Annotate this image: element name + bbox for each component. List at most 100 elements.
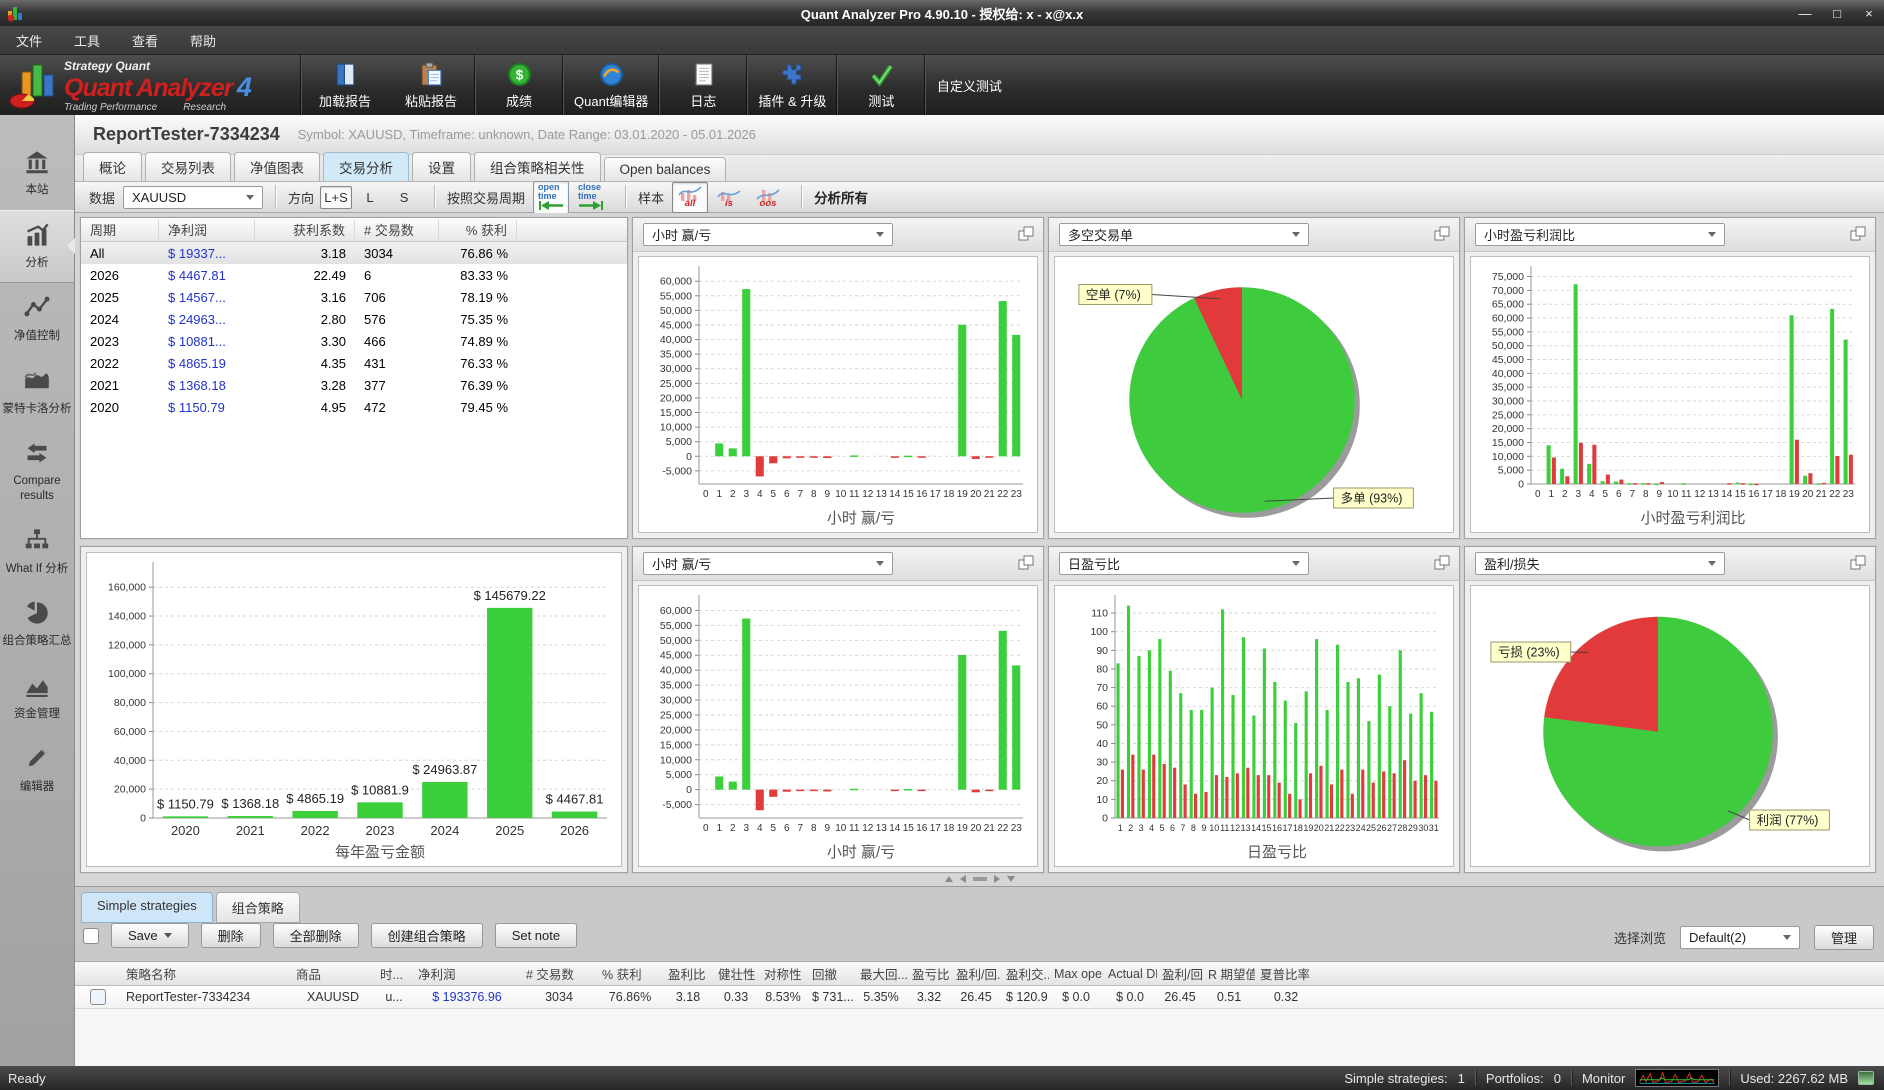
save-button[interactable]: Save [111, 923, 189, 948]
chart-type-dropdown[interactable]: 小时 赢/亏 [643, 552, 893, 575]
period-col-header[interactable]: # 交易数 [355, 220, 439, 239]
period-row-All[interactable]: All$ 19337...3.18303476.86 % [81, 242, 627, 264]
pager-down-icon[interactable] [1007, 876, 1015, 882]
pager-up-icon[interactable] [945, 876, 953, 882]
period-col-header[interactable]: 周期 [81, 220, 159, 239]
tab-simple-strategies[interactable]: Simple strategies [81, 892, 213, 923]
strategy-row[interactable]: ReportTester-7334234XAUUSDu...$ 193376.9… [75, 986, 1884, 1009]
sidebar-item-1[interactable]: 分析 [0, 210, 74, 283]
status-monitor-label[interactable]: Monitor [1582, 1071, 1625, 1086]
menu-item[interactable]: 文件 [0, 26, 58, 54]
toolbar-button-1[interactable]: 粘贴报告 [388, 55, 474, 115]
sidebar-item-0[interactable]: 本站 [0, 137, 74, 210]
minimize-button[interactable]: — [1796, 6, 1814, 21]
pager-thumb[interactable] [973, 877, 987, 881]
sidebar-item-3[interactable]: 蒙特卡洛分析 [0, 355, 74, 428]
sidebar-item-4[interactable]: Compare results [0, 428, 74, 515]
strategy-row-checkbox[interactable] [90, 989, 106, 1005]
sample-is-button[interactable]: is [711, 182, 747, 213]
period-col-header[interactable]: 净利润 [159, 220, 255, 239]
manage-button[interactable]: 管理 [1814, 925, 1874, 950]
strategy-col-header[interactable]: 盈利交... [1001, 964, 1049, 983]
strategy-col-header[interactable]: 盈利/回... [951, 964, 1001, 983]
menu-item[interactable]: 查看 [116, 26, 174, 54]
tab-6[interactable]: Open balances [604, 157, 727, 181]
direction-s-button[interactable]: S [388, 186, 420, 209]
period-row-2020[interactable]: 2020$ 1150.794.9547279.45 % [81, 396, 627, 418]
strategy-col-header[interactable]: 健壮性 [713, 964, 759, 983]
strategy-col-header[interactable]: 商品 [291, 964, 375, 983]
period-row-2026[interactable]: 2026$ 4467.8122.49683.33 % [81, 264, 627, 286]
strategy-col-header[interactable]: 盈利比 [663, 964, 713, 983]
period-row-2024[interactable]: 2024$ 24963...2.8057675.35 % [81, 308, 627, 330]
toolbar-button-5[interactable]: 插件 & 升级 [748, 55, 836, 115]
period-col-header[interactable]: 获利系数 [255, 220, 355, 239]
tab-0[interactable]: 概论 [83, 152, 142, 181]
sidebar-item-7[interactable]: 资金管理 [0, 661, 74, 734]
strategy-col-header[interactable]: R 期望值 [1203, 964, 1255, 983]
create-portfolio-button[interactable]: 创建组合策略 [371, 923, 483, 948]
direction-ls-button[interactable]: L+S [320, 186, 352, 209]
toolbar-button-2[interactable]: $成绩 [476, 55, 562, 115]
period-col-header[interactable]: % 获利 [439, 220, 517, 239]
tab-5[interactable]: 组合策略相关性 [474, 152, 601, 181]
chart-type-dropdown[interactable]: 小时盈亏利润比 [1475, 223, 1725, 246]
maximize-button[interactable]: □ [1828, 6, 1846, 21]
strategy-col-header[interactable]: % 获利 [597, 964, 663, 983]
tab-portfolios[interactable]: 组合策略 [216, 892, 300, 923]
chart-type-dropdown[interactable]: 小时 赢/亏 [643, 223, 893, 246]
pager-left-icon[interactable] [960, 875, 966, 883]
sample-oos-button[interactable]: oos [750, 182, 786, 213]
sidebar-item-6[interactable]: 组合策略汇总 [0, 588, 74, 661]
menu-item[interactable]: 帮助 [174, 26, 232, 54]
strategy-col-header[interactable]: 净利润 [413, 964, 521, 983]
strategy-col-header[interactable]: 对称性 [759, 964, 807, 983]
direction-l-button[interactable]: L [354, 186, 386, 209]
tab-1[interactable]: 交易列表 [145, 152, 231, 181]
strategy-col-header[interactable]: 回撤 [807, 964, 855, 983]
chart-type-dropdown[interactable]: 多空交易单 [1059, 223, 1309, 246]
close-button[interactable]: × [1860, 6, 1878, 21]
chart-type-dropdown[interactable]: 盈利/损失 [1475, 552, 1725, 575]
chart-type-dropdown[interactable]: 日盈亏比 [1059, 552, 1309, 575]
pager-right-icon[interactable] [994, 875, 1000, 883]
duplicate-chart-icon[interactable] [1016, 224, 1036, 244]
sidebar-item-5[interactable]: What If 分析 [0, 515, 74, 588]
tab-2[interactable]: 净值图表 [234, 152, 320, 181]
toolbar-button-0[interactable]: 加载报告 [302, 55, 388, 115]
duplicate-chart-icon[interactable] [1848, 224, 1868, 244]
sidebar-item-8[interactable]: 编辑器 [0, 733, 74, 806]
duplicate-chart-icon[interactable] [1016, 553, 1036, 573]
open-time-button[interactable]: open time [533, 181, 569, 214]
browse-dropdown[interactable]: Default(2) [1680, 926, 1800, 949]
menu-item[interactable]: 工具 [58, 26, 116, 54]
period-row-2023[interactable]: 2023$ 10881...3.3046674.89 % [81, 330, 627, 352]
memory-icon[interactable] [1858, 1071, 1874, 1085]
duplicate-chart-icon[interactable] [1432, 224, 1452, 244]
strategy-col-header[interactable]: 最大回... [855, 964, 907, 983]
set-note-button[interactable]: Set note [495, 923, 577, 948]
tab-4[interactable]: 设置 [412, 152, 471, 181]
toolbar-button-7[interactable]: 自定义测试 [926, 55, 1012, 115]
toolbar-button-4[interactable]: 日志 [660, 55, 746, 115]
strategy-col-header[interactable]: Max ope... [1049, 967, 1103, 981]
strategy-col-header[interactable]: # 交易数 [521, 964, 597, 983]
period-row-2021[interactable]: 2021$ 1368.183.2837776.39 % [81, 374, 627, 396]
strategy-col-header[interactable]: Actual DD [1103, 967, 1157, 981]
symbol-dropdown[interactable]: XAUUSD [123, 186, 263, 209]
toolbar-button-6[interactable]: 测试 [838, 55, 924, 115]
period-row-2022[interactable]: 2022$ 4865.194.3543176.33 % [81, 352, 627, 374]
analyze-all-button[interactable]: 分析所有 [814, 187, 868, 207]
toolbar-button-3[interactable]: Quant编辑器 [564, 55, 658, 115]
sample-all-button[interactable]: all [672, 182, 708, 213]
select-all-checkbox[interactable] [83, 928, 99, 944]
sidebar-item-2[interactable]: 净值控制 [0, 283, 74, 356]
tab-3[interactable]: 交易分析 [323, 152, 409, 181]
strategy-col-header[interactable]: 盈亏比 [907, 964, 951, 983]
strategy-col-header[interactable]: 时... [375, 964, 413, 983]
close-time-button[interactable]: close time [573, 181, 609, 214]
period-row-2025[interactable]: 2025$ 14567...3.1670678.19 % [81, 286, 627, 308]
strategy-col-header[interactable]: 策略名称 [121, 964, 291, 983]
delete-all-button[interactable]: 全部删除 [273, 923, 359, 948]
delete-button[interactable]: 删除 [201, 923, 261, 948]
